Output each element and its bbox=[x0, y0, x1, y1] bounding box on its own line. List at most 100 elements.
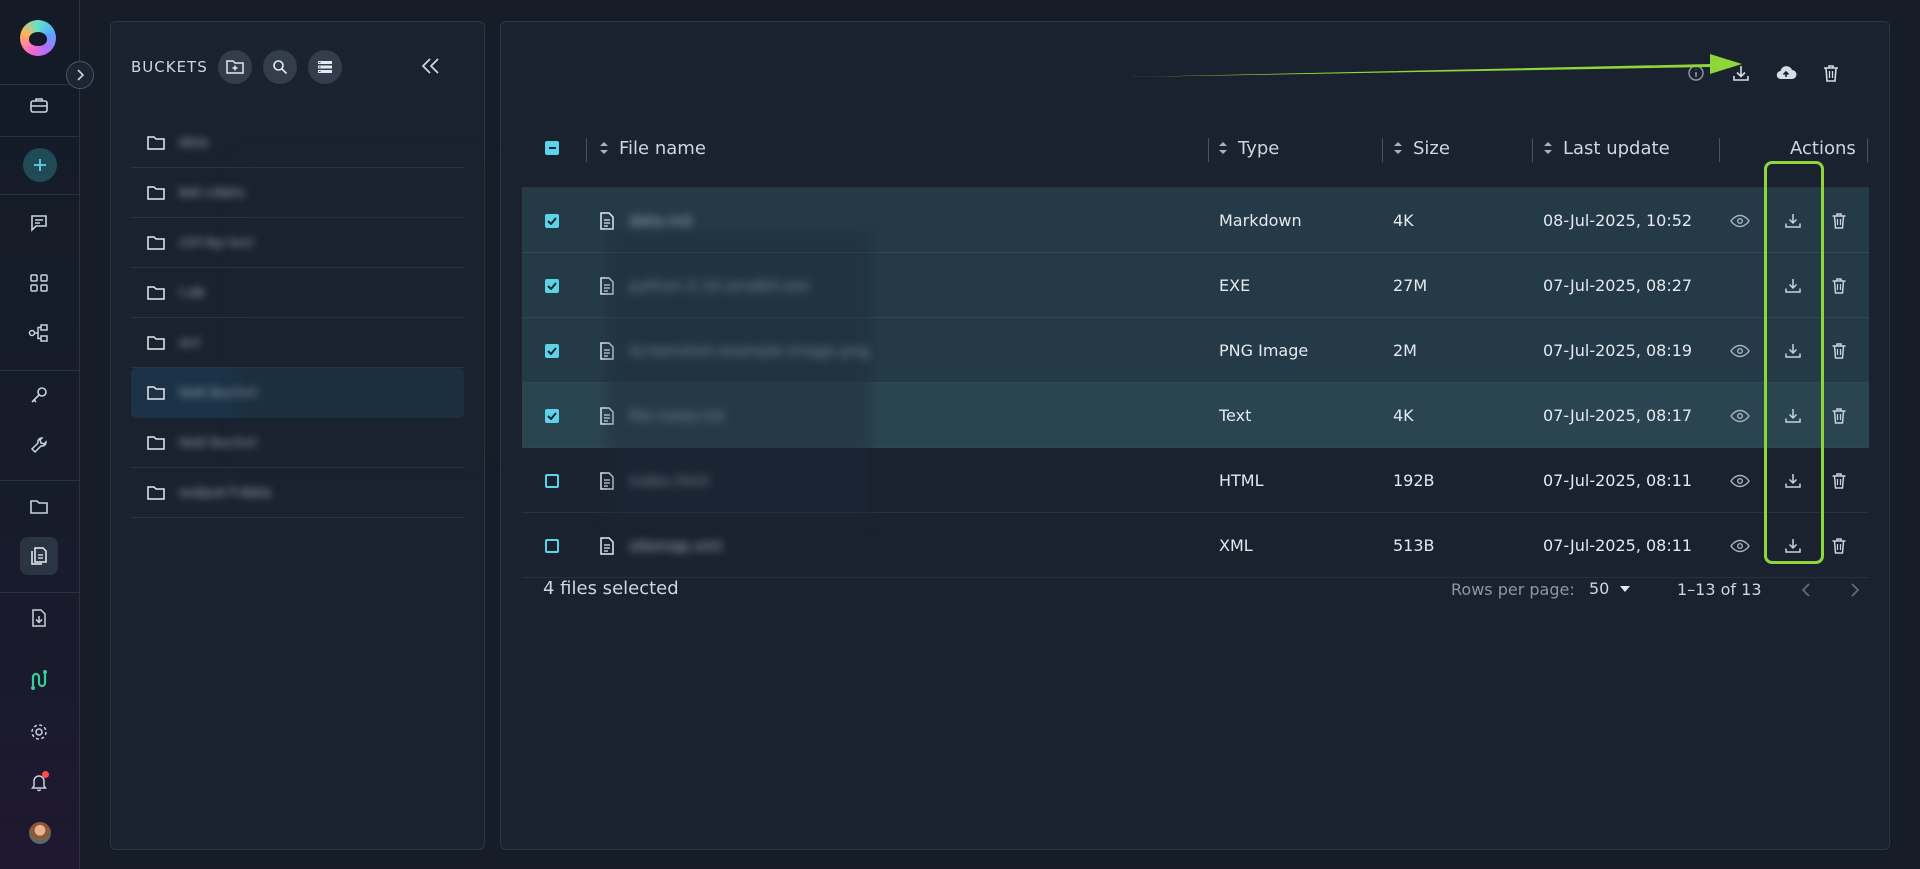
delete-file-button[interactable] bbox=[1831, 318, 1847, 383]
folder-icon[interactable] bbox=[20, 488, 58, 526]
add-icon[interactable] bbox=[23, 148, 57, 182]
column-file-name[interactable]: File name bbox=[599, 108, 706, 188]
table-row[interactable]: index.html HTML 192B 07-Jul-2025, 08:11 bbox=[522, 448, 1869, 513]
collapse-panel-button[interactable] bbox=[416, 51, 446, 81]
column-type[interactable]: Type bbox=[1218, 108, 1279, 188]
bucket-item[interactable]: ekio bbox=[131, 118, 464, 168]
download-file-button[interactable] bbox=[1784, 188, 1802, 253]
row-checkbox[interactable] bbox=[545, 318, 559, 383]
bucket-name: ocr bbox=[179, 334, 202, 351]
column-actions: Actions bbox=[1790, 108, 1856, 188]
buckets-panel: BUCKETS ekio ket-cdata ctrl-by-last l.ob bbox=[110, 21, 496, 850]
search-icon bbox=[272, 60, 287, 75]
bucket-name: ket-cdata bbox=[179, 184, 245, 201]
bucket-item[interactable]: ocr bbox=[131, 318, 464, 368]
dashboard-grid-icon[interactable] bbox=[20, 264, 58, 302]
preview-button[interactable] bbox=[1730, 513, 1750, 578]
wrench-icon[interactable] bbox=[20, 426, 58, 464]
row-checkbox[interactable] bbox=[545, 253, 559, 318]
file-name[interactable]: file-notes.txt bbox=[629, 383, 724, 448]
bucket-name: test-bucket bbox=[179, 434, 259, 451]
preview-button[interactable] bbox=[1730, 383, 1750, 448]
table-row[interactable]: data.md Markdown 4K 08-Jul-2025, 10:52 bbox=[522, 188, 1869, 253]
download-file-button[interactable] bbox=[1784, 253, 1802, 318]
bell-icon[interactable] bbox=[20, 763, 58, 801]
column-label: Last update bbox=[1563, 137, 1670, 159]
bucket-name: ekio bbox=[179, 134, 209, 151]
download-file-button[interactable] bbox=[1784, 383, 1802, 448]
download-icon bbox=[1785, 408, 1801, 423]
row-checkbox[interactable] bbox=[545, 383, 559, 448]
file-doc-icon bbox=[599, 448, 615, 513]
prev-page-button[interactable] bbox=[1792, 576, 1820, 604]
upload-button[interactable] bbox=[1763, 56, 1808, 90]
download-file-button[interactable] bbox=[1784, 318, 1802, 383]
download-file-button[interactable] bbox=[1784, 448, 1802, 513]
file-name[interactable]: sitemap.xml bbox=[629, 513, 722, 578]
column-last-update[interactable]: Last update bbox=[1543, 108, 1670, 188]
folder-icon bbox=[147, 335, 165, 350]
download-file-button[interactable] bbox=[1784, 513, 1802, 578]
column-size[interactable]: Size bbox=[1393, 108, 1450, 188]
trash-icon bbox=[1832, 212, 1846, 229]
table-row[interactable]: file-notes.txt Text 4K 07-Jul-2025, 08:1… bbox=[522, 383, 1869, 448]
indeterminate-checkbox[interactable] bbox=[545, 141, 559, 155]
file-name[interactable]: index.html bbox=[629, 448, 709, 513]
file-type: HTML bbox=[1219, 471, 1264, 490]
bucket-item[interactable]: ctrl-by-last bbox=[131, 218, 464, 268]
file-name[interactable]: data.md bbox=[629, 188, 692, 253]
user-avatar[interactable] bbox=[29, 822, 51, 844]
delete-file-button[interactable] bbox=[1831, 448, 1847, 513]
file-last-update: 07-Jul-2025, 08:19 bbox=[1543, 341, 1693, 360]
delete-file-button[interactable] bbox=[1831, 188, 1847, 253]
storage-files-icon[interactable] bbox=[20, 537, 58, 575]
download-selected-button[interactable] bbox=[1718, 56, 1763, 90]
bucket-item-selected[interactable]: test-bucket bbox=[131, 368, 464, 418]
bucket-item[interactable]: output-f-data bbox=[131, 468, 464, 518]
chat-icon[interactable] bbox=[20, 204, 58, 242]
checkbox[interactable] bbox=[545, 408, 559, 423]
workflow-icon[interactable] bbox=[20, 314, 58, 352]
preview-button[interactable] bbox=[1730, 188, 1750, 253]
search-buckets-button[interactable] bbox=[262, 50, 297, 84]
row-checkbox[interactable] bbox=[545, 513, 559, 578]
preview-button[interactable] bbox=[1730, 448, 1750, 513]
integrations-icon[interactable] bbox=[20, 661, 58, 699]
table-row[interactable]: python-3.10-amd64.exe EXE 27M 07-Jul-202… bbox=[522, 253, 1869, 318]
bucket-item[interactable]: ket-cdata bbox=[131, 168, 464, 218]
bucket-item[interactable]: test-bucket bbox=[131, 418, 464, 468]
delete-file-button[interactable] bbox=[1831, 253, 1847, 318]
info-button[interactable] bbox=[1673, 56, 1718, 90]
table-row[interactable]: Screenshot-example-image.png PNG Image 2… bbox=[522, 318, 1869, 383]
new-bucket-button[interactable] bbox=[217, 50, 252, 84]
caret-down-icon bbox=[1620, 585, 1631, 592]
file-name[interactable]: Screenshot-example-image.png bbox=[629, 318, 868, 383]
checkbox[interactable] bbox=[545, 343, 559, 358]
row-checkbox[interactable] bbox=[545, 188, 559, 253]
file-doc-icon bbox=[599, 383, 615, 448]
checkbox[interactable] bbox=[545, 213, 559, 228]
delete-file-button[interactable] bbox=[1831, 513, 1847, 578]
file-doc-icon bbox=[599, 513, 615, 578]
expand-rail-button[interactable] bbox=[66, 61, 94, 89]
row-checkbox[interactable] bbox=[545, 448, 559, 513]
delete-file-button[interactable] bbox=[1831, 383, 1847, 448]
file-download-icon[interactable] bbox=[20, 599, 58, 637]
checkbox[interactable] bbox=[545, 278, 559, 293]
table-row[interactable]: sitemap.xml XML 513B 07-Jul-2025, 08:11 bbox=[522, 513, 1869, 578]
download-icon bbox=[1785, 278, 1801, 293]
checkbox[interactable] bbox=[545, 538, 559, 553]
rows-per-page-select[interactable]: 50 bbox=[1589, 579, 1631, 598]
checkbox[interactable] bbox=[545, 473, 559, 488]
briefcase-icon[interactable] bbox=[20, 86, 58, 124]
app-logo[interactable] bbox=[20, 20, 56, 56]
preview-button[interactable] bbox=[1730, 318, 1750, 383]
list-view-button[interactable] bbox=[307, 50, 342, 84]
file-name[interactable]: python-3.10-amd64.exe bbox=[629, 253, 809, 318]
bucket-item[interactable]: l.ob bbox=[131, 268, 464, 318]
gear-icon[interactable] bbox=[20, 713, 58, 751]
key-icon[interactable] bbox=[20, 376, 58, 414]
delete-selected-button[interactable] bbox=[1808, 56, 1853, 90]
next-page-button[interactable] bbox=[1841, 576, 1869, 604]
select-all-checkbox[interactable] bbox=[545, 108, 559, 188]
